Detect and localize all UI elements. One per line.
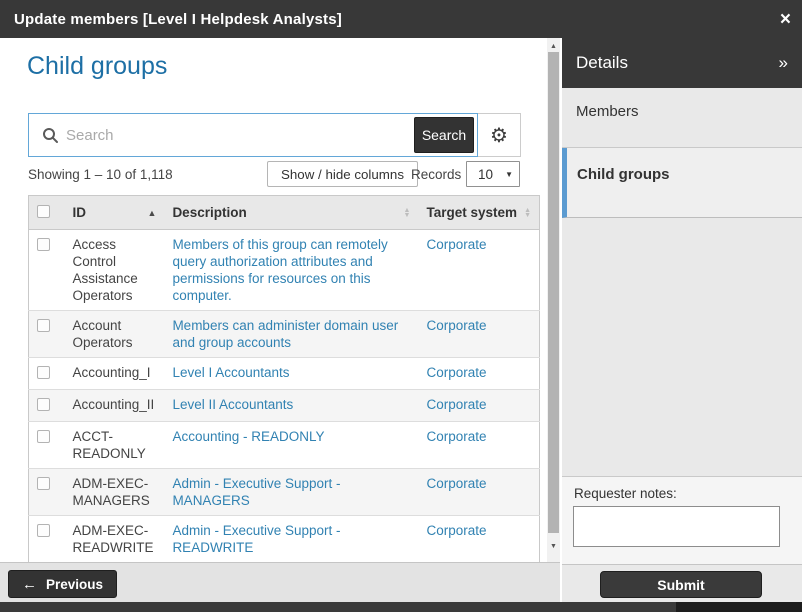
cell-target-link[interactable]: Corporate <box>426 523 486 538</box>
row-checkbox[interactable] <box>37 398 50 411</box>
sidebar-item-child-groups[interactable]: Child groups <box>562 148 802 218</box>
sort-both-icon: ▲▼ <box>398 208 411 218</box>
cell-target-link[interactable]: Corporate <box>426 365 486 380</box>
details-sidebar: Details » Members Child groups Requester… <box>562 38 802 602</box>
search-input[interactable] <box>66 127 356 144</box>
cell-description-link[interactable]: Level I Accountants <box>172 365 289 380</box>
column-header-description[interactable]: Description ▲▼ <box>164 196 418 230</box>
table-row: Accounting_II Level II Accountants Corpo… <box>29 390 540 422</box>
close-icon[interactable]: × <box>780 0 791 38</box>
previous-button[interactable]: ← Previous <box>8 570 117 598</box>
row-checkbox[interactable] <box>37 524 50 537</box>
table-row: Access Control Assistance Operators Memb… <box>29 230 540 311</box>
search-input-wrap[interactable]: Search <box>28 113 478 157</box>
page-title: Child groups <box>27 52 167 81</box>
table-row: ACCT-READONLY Accounting - READONLY Corp… <box>29 422 540 469</box>
records-value: 10 <box>478 167 493 182</box>
table-row: Account Operators Members can administer… <box>29 311 540 358</box>
requester-notes-section: Requester notes: <box>562 477 802 564</box>
cell-target-link[interactable]: Corporate <box>426 237 486 252</box>
search-icon <box>42 127 59 144</box>
cell-description-link[interactable]: Admin - Executive Support - MANAGERS <box>172 476 340 508</box>
row-checkbox[interactable] <box>37 477 50 490</box>
row-checkbox[interactable] <box>37 319 50 332</box>
vertical-scrollbar[interactable]: ▲ ▼ <box>547 38 560 562</box>
header-select-all[interactable] <box>29 196 65 230</box>
search-button[interactable]: Search <box>414 117 474 153</box>
cell-target-link[interactable]: Corporate <box>426 318 486 333</box>
dialog-titlebar: Update members [Level I Helpdesk Analyst… <box>0 0 802 38</box>
table-controls: Showing 1 – 10 of 1,118 Show / hide colu… <box>28 161 520 188</box>
show-hide-columns-button[interactable]: Show / hide columns <box>267 161 418 187</box>
child-groups-table: ID ▲ Description ▲▼ Target system ▲▼ Acc… <box>28 195 540 562</box>
cell-id: Account Operators <box>64 311 164 358</box>
scrollbar-thumb[interactable] <box>548 52 559 533</box>
page-background-strip-dark <box>676 602 802 612</box>
showing-text: Showing 1 – 10 of 1,118 <box>28 167 173 182</box>
main-panel: Child groups Search ⚙ Showing 1 – 10 of … <box>0 38 547 562</box>
column-header-target-system[interactable]: Target system ▲▼ <box>418 196 539 230</box>
row-checkbox[interactable] <box>37 366 50 379</box>
select-all-checkbox[interactable] <box>37 205 50 218</box>
sidebar-spacer <box>562 218 802 477</box>
cell-id: Access Control Assistance Operators <box>64 230 164 311</box>
cell-id: Accounting_II <box>64 390 164 422</box>
table-row: Accounting_I Level I Accountants Corpora… <box>29 358 540 390</box>
cell-id: ACCT-READONLY <box>64 422 164 469</box>
cell-target-link[interactable]: Corporate <box>426 429 486 444</box>
table-row: ADM-EXEC-MANAGERS Admin - Executive Supp… <box>29 469 540 516</box>
submit-section: Submit <box>562 564 802 601</box>
sort-both-icon: ▲▼ <box>518 208 531 218</box>
collapse-panel-icon[interactable]: » <box>779 53 788 73</box>
row-checkbox[interactable] <box>37 430 50 443</box>
cell-description-link[interactable]: Members can administer domain user and g… <box>172 318 398 350</box>
dropdown-arrow-icon: ▼ <box>505 170 513 179</box>
gear-icon: ⚙ <box>490 123 508 148</box>
cell-id: ADM-EXEC-MANAGERS <box>64 469 164 516</box>
cell-id: ADM-EXEC-READWRITE <box>64 516 164 563</box>
table-header-row: ID ▲ Description ▲▼ Target system ▲▼ <box>29 196 540 230</box>
cell-id: Accounting_I <box>64 358 164 390</box>
cell-description-link[interactable]: Members of this group can remotely query… <box>172 237 387 303</box>
previous-button-label: Previous <box>46 577 103 592</box>
search-settings-button[interactable]: ⚙ <box>478 113 521 157</box>
footer-bar: ← Previous <box>0 562 560 602</box>
submit-button[interactable]: Submit <box>600 571 762 598</box>
records-label: Records <box>411 167 461 182</box>
scroll-up-icon[interactable]: ▲ <box>547 40 560 52</box>
requester-notes-input[interactable] <box>573 506 780 547</box>
sort-asc-icon: ▲ <box>142 205 157 221</box>
cell-target-link[interactable]: Corporate <box>426 476 486 491</box>
sidebar-item-members[interactable]: Members <box>562 88 802 148</box>
dialog-title: Update members [Level I Helpdesk Analyst… <box>14 11 342 28</box>
search-bar: Search ⚙ <box>28 113 521 157</box>
table-row: ADM-EXEC-READWRITE Admin - Executive Sup… <box>29 516 540 563</box>
row-checkbox[interactable] <box>37 238 50 251</box>
details-header: Details » <box>562 38 802 88</box>
records-select[interactable]: 10 ▼ <box>466 161 520 187</box>
page-background-strip <box>0 602 802 612</box>
requester-notes-label: Requester notes: <box>574 486 677 501</box>
column-header-id[interactable]: ID ▲ <box>64 196 164 230</box>
scroll-down-icon[interactable]: ▼ <box>547 540 560 552</box>
cell-description-link[interactable]: Level II Accountants <box>172 397 293 412</box>
cell-description-link[interactable]: Admin - Executive Support - READWRITE <box>172 523 340 555</box>
arrow-left-icon: ← <box>22 577 37 592</box>
details-title: Details <box>576 53 628 73</box>
cell-description-link[interactable]: Accounting - READONLY <box>172 429 324 444</box>
cell-target-link[interactable]: Corporate <box>426 397 486 412</box>
